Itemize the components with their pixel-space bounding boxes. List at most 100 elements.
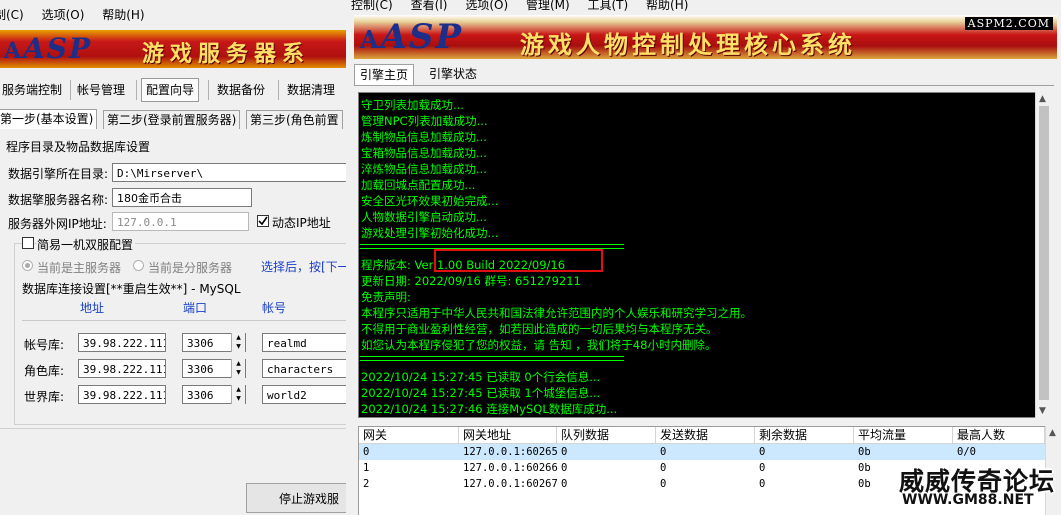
- radio-sub-server[interactable]: [133, 260, 144, 271]
- col-header-avg-flow[interactable]: 平均流量: [854, 427, 953, 444]
- table-row[interactable]: 0 127.0.0.1:60265 0 0 0 0b 0/0: [359, 444, 1045, 460]
- console-scrollbar[interactable]: ▲ ▼: [1035, 92, 1052, 418]
- log-line: 如您认为本程序侵犯了您的权益，请 告知 ，我们将于48小时内删除。: [361, 338, 717, 352]
- log-line: 守卫列表加载成功...: [361, 98, 464, 112]
- toolbar-config-wizard[interactable]: 配置向导: [141, 78, 200, 102]
- menu-manage[interactable]: 管理(M): [526, 0, 570, 11]
- forum-url-watermark: WWW.GM88.NET: [902, 492, 1034, 508]
- db-header-port: 端口: [183, 301, 208, 315]
- log-line: 不得用于商业盈利性经营，如若因此造成的一切后果均与本程序无关。: [361, 322, 718, 336]
- log-line: 炼制物品信息加载成功...: [361, 130, 487, 144]
- tab-engine-home[interactable]: 引擎主页: [354, 64, 415, 85]
- log-line: 游戏处理引擎初始化成功...: [361, 226, 499, 240]
- db-row-label: 世界库:: [24, 390, 65, 404]
- col-header-sent[interactable]: 发送数据: [656, 427, 755, 444]
- log-line: 宝箱物品信息加载成功...: [361, 146, 487, 160]
- asp-logo: AASP: [360, 17, 464, 57]
- toolbar-data-backup[interactable]: 数据备份: [213, 79, 269, 101]
- config-window: 制(C) 选项(O) 帮助(H) AASP 游戏服务器系 服务端控制 帐号管理 …: [0, 0, 350, 515]
- menu-control[interactable]: 制(C): [0, 0, 24, 30]
- db-address-input[interactable]: 39.98.222.111: [78, 359, 166, 378]
- db-row-label: 角色库:: [24, 364, 65, 378]
- toolbar-separator: [278, 80, 279, 100]
- scroll-down-icon[interactable]: ▼: [1039, 406, 1046, 416]
- scroll-up-icon[interactable]: ▲: [1039, 94, 1046, 104]
- scroll-thumb[interactable]: [1039, 106, 1049, 400]
- section-title: 程序目录及物品数据库设置: [6, 140, 151, 154]
- tab-engine-status[interactable]: 引擎状态: [424, 64, 482, 84]
- left-menubar: 制(C) 选项(O) 帮助(H): [0, 0, 350, 30]
- radio-sub-label: 当前是分服务器: [148, 261, 233, 275]
- col-header-remaining[interactable]: 剩余数据: [755, 427, 854, 444]
- asp-logo: AASP: [4, 32, 93, 65]
- log-line: 更新日期: 2022/09/16 群号: 651279211: [361, 274, 581, 288]
- col-header-queue[interactable]: 队列数据: [557, 427, 656, 444]
- log-line: 本程序只适用于中华人民共和国法律允许范围内的个人娱乐和研究学习之用。: [361, 306, 752, 320]
- dual-server-hint: 选择后，按[下一: [261, 260, 350, 274]
- db-address-input[interactable]: 39.98.222.111: [78, 333, 166, 352]
- col-header-max-users[interactable]: 最高人数: [953, 427, 1045, 444]
- site-label: ASPM2.COM: [964, 17, 1053, 30]
- radio-main-label: 当前是主服务器: [37, 261, 122, 275]
- menu-tools[interactable]: 工具(T): [588, 0, 629, 11]
- toolbar-account-mgmt[interactable]: 帐号管理: [73, 79, 129, 101]
- db-header-address: 地址: [80, 301, 105, 315]
- col-header-gateway[interactable]: 网关: [359, 427, 459, 444]
- port-spinner[interactable]: ▲ ▼: [231, 359, 245, 378]
- menu-help[interactable]: 帮助(H): [102, 0, 144, 30]
- menu-help[interactable]: 帮助(H): [646, 0, 688, 11]
- col-header-address[interactable]: 网关地址: [459, 427, 557, 444]
- radio-main-server[interactable]: [22, 260, 33, 271]
- tab-step-1[interactable]: 第一步(基本设置): [0, 109, 98, 129]
- tab-step-2[interactable]: 第二步(登录前置服务器): [103, 110, 241, 129]
- log-line: 2022/10/24 15:27:45 已读取 0个行会信息...: [361, 370, 601, 384]
- version-highlight-box: [434, 249, 603, 272]
- port-spinner[interactable]: ▲ ▼: [231, 333, 245, 352]
- server-name-label: 数据擎服务器名称:: [8, 193, 109, 207]
- external-ip-input[interactable]: 127.0.0.1: [112, 212, 249, 231]
- log-line: 人物数据引擎启动成功...: [361, 210, 487, 224]
- bottom-divider: [0, 428, 350, 429]
- log-line: 管理NPC列表加载成功...: [361, 114, 488, 128]
- log-line: 加载回城点配置成功...: [361, 178, 476, 192]
- engine-dir-input[interactable]: D:\Mirserver\: [112, 163, 350, 182]
- toolbar-separator: [208, 80, 209, 100]
- log-line: 淬炼物品信息加载成功...: [361, 162, 487, 176]
- menu-view[interactable]: 查看(I): [411, 0, 448, 11]
- toolbar-separator: [70, 80, 71, 100]
- checkmark-icon: [258, 216, 268, 226]
- right-banner: AASP 游戏人物控制处理核心系统 ASPM2.COM: [354, 15, 1057, 59]
- left-banner-title: 游戏服务器系: [142, 42, 311, 67]
- db-settings-title: 数据库连接设置[**重启生效**] - MySQL: [22, 282, 241, 296]
- tab-step-3[interactable]: 第三步(角色前置: [246, 110, 343, 129]
- dual-server-checkbox[interactable]: [22, 237, 34, 249]
- db-account-input[interactable]: world2: [262, 385, 350, 404]
- log-line: 2022/10/24 15:27:46 连接MySQL数据库成功...: [361, 402, 618, 416]
- right-menubar: 控制(C) 查看(I) 选项(O) 管理(M) 工具(T) 帮助(H): [346, 0, 1061, 12]
- menu-options[interactable]: 选项(O): [465, 0, 508, 11]
- toolbar-separator: [136, 80, 137, 100]
- port-spinner[interactable]: ▲ ▼: [231, 385, 245, 404]
- db-account-input[interactable]: characters: [262, 359, 350, 378]
- log-line: 免责声明:: [361, 290, 411, 304]
- toolbar-server-control[interactable]: 服务端控制: [0, 79, 66, 101]
- toolbar-data-clean[interactable]: 数据清理: [283, 79, 339, 101]
- menu-control[interactable]: 控制(C): [351, 0, 393, 11]
- log-line: 2022/10/24 15:27:45 已读取 1个城堡信息...: [361, 386, 601, 400]
- db-header-account: 帐号: [262, 301, 287, 315]
- server-name-input[interactable]: 180金币合击: [112, 188, 252, 207]
- db-row-label: 帐号库:: [24, 338, 65, 352]
- log-line: 安全区光环效果初始完成...: [361, 194, 499, 208]
- external-ip-label: 服务器外网IP地址:: [8, 217, 107, 231]
- db-divider: [22, 320, 350, 321]
- menu-options[interactable]: 选项(O): [42, 0, 85, 30]
- scroll-up-icon[interactable]: ▲: [1049, 428, 1056, 438]
- dynamic-ip-label: 动态IP地址: [272, 216, 331, 230]
- tab-baseline: [354, 85, 1054, 86]
- dynamic-ip-checkbox[interactable]: [257, 215, 269, 227]
- engine-dir-label: 数据引擎所在目录:: [8, 167, 109, 181]
- db-account-input[interactable]: realmd: [262, 333, 350, 352]
- right-banner-title: 游戏人物控制处理核心系统: [520, 31, 856, 59]
- db-address-input[interactable]: 39.98.222.111: [78, 385, 166, 404]
- stop-game-server-button[interactable]: 停止游戏服: [246, 483, 350, 513]
